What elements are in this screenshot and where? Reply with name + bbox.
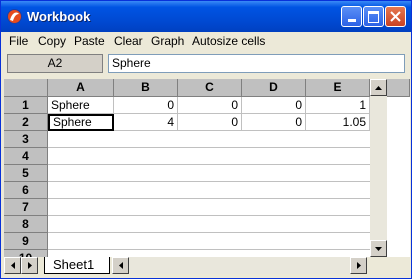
- scroll-up-button[interactable]: [370, 79, 387, 96]
- cell-d1[interactable]: 0: [242, 97, 306, 114]
- maximize-icon: [368, 10, 379, 23]
- menu-paste[interactable]: Paste: [74, 34, 105, 48]
- row-header-3[interactable]: 3: [4, 131, 48, 148]
- scroll-down-button[interactable]: [370, 240, 387, 257]
- column-header-a[interactable]: A: [48, 79, 114, 97]
- row-header-6[interactable]: 6: [4, 182, 48, 199]
- title-bar[interactable]: Workbook: [1, 1, 411, 32]
- close-icon: [390, 11, 401, 22]
- cell-e1[interactable]: 1: [306, 97, 370, 114]
- window-title: Workbook: [27, 9, 91, 24]
- menu-bar: File Copy Paste Clear Graph Autosize cel…: [1, 32, 411, 50]
- menu-copy[interactable]: Copy: [38, 34, 66, 48]
- row-header-9[interactable]: 9: [4, 233, 48, 250]
- workbook-window: Workbook File Copy Paste Clear Graph Aut…: [0, 0, 412, 279]
- cell-b1[interactable]: 0: [114, 97, 178, 114]
- menu-file[interactable]: File: [9, 34, 28, 48]
- sheet-bar: Sheet1: [4, 257, 370, 275]
- spreadsheet-grid: A B C D E 1 2 3 4 5 6 7 8 9 10 Sphere 0 …: [4, 79, 410, 257]
- tab-scroll-right-button[interactable]: [21, 257, 38, 274]
- close-button[interactable]: [385, 6, 406, 27]
- horizontal-scrollbar[interactable]: [112, 257, 367, 274]
- minimize-button[interactable]: [341, 6, 362, 27]
- row-header-2[interactable]: 2: [4, 114, 48, 131]
- minimize-icon: [347, 19, 356, 22]
- row-header-10[interactable]: 10: [4, 250, 48, 257]
- cell-a1[interactable]: Sphere: [48, 97, 114, 114]
- row-header-5[interactable]: 5: [4, 165, 48, 182]
- cell-e2[interactable]: 1.05: [306, 114, 370, 131]
- formula-input[interactable]: Sphere: [108, 54, 405, 73]
- maximize-button[interactable]: [363, 6, 384, 27]
- menu-clear[interactable]: Clear: [114, 34, 143, 48]
- hscroll-left-button[interactable]: [112, 257, 129, 274]
- formula-row: A2 Sphere: [1, 50, 411, 77]
- row-header-1[interactable]: 1: [4, 97, 48, 114]
- up-arrow-icon: [375, 85, 382, 90]
- column-header-b[interactable]: B: [114, 79, 178, 97]
- tab-scroll-left-button[interactable]: [4, 257, 21, 274]
- cell-c2[interactable]: 0: [178, 114, 242, 131]
- select-all-corner[interactable]: [4, 79, 48, 97]
- row-header-8[interactable]: 8: [4, 216, 48, 233]
- sheet-tab-sheet1[interactable]: Sheet1: [44, 257, 110, 274]
- column-header-c[interactable]: C: [178, 79, 242, 97]
- column-header-d[interactable]: D: [242, 79, 306, 97]
- vertical-scrollbar[interactable]: [370, 79, 387, 257]
- hscroll-right-button[interactable]: [350, 257, 367, 274]
- row-header-7[interactable]: 7: [4, 199, 48, 216]
- row-header-4[interactable]: 4: [4, 148, 48, 165]
- cell-b2[interactable]: 4: [114, 114, 178, 131]
- left-arrow-icon: [10, 262, 15, 269]
- left-arrow-icon: [118, 262, 123, 269]
- cell-c1[interactable]: 0: [178, 97, 242, 114]
- empty-cells[interactable]: [48, 131, 370, 257]
- cell-d2[interactable]: 0: [242, 114, 306, 131]
- cell-name-box[interactable]: A2: [7, 54, 103, 73]
- app-icon: [7, 9, 22, 24]
- cell-a2[interactable]: Sphere: [48, 114, 114, 131]
- down-arrow-icon: [375, 246, 382, 251]
- menu-graph[interactable]: Graph: [151, 34, 184, 48]
- column-header-e[interactable]: E: [306, 79, 370, 97]
- right-arrow-icon: [356, 262, 361, 269]
- right-arrow-icon: [27, 262, 32, 269]
- menu-autosize-cells[interactable]: Autosize cells: [192, 34, 265, 48]
